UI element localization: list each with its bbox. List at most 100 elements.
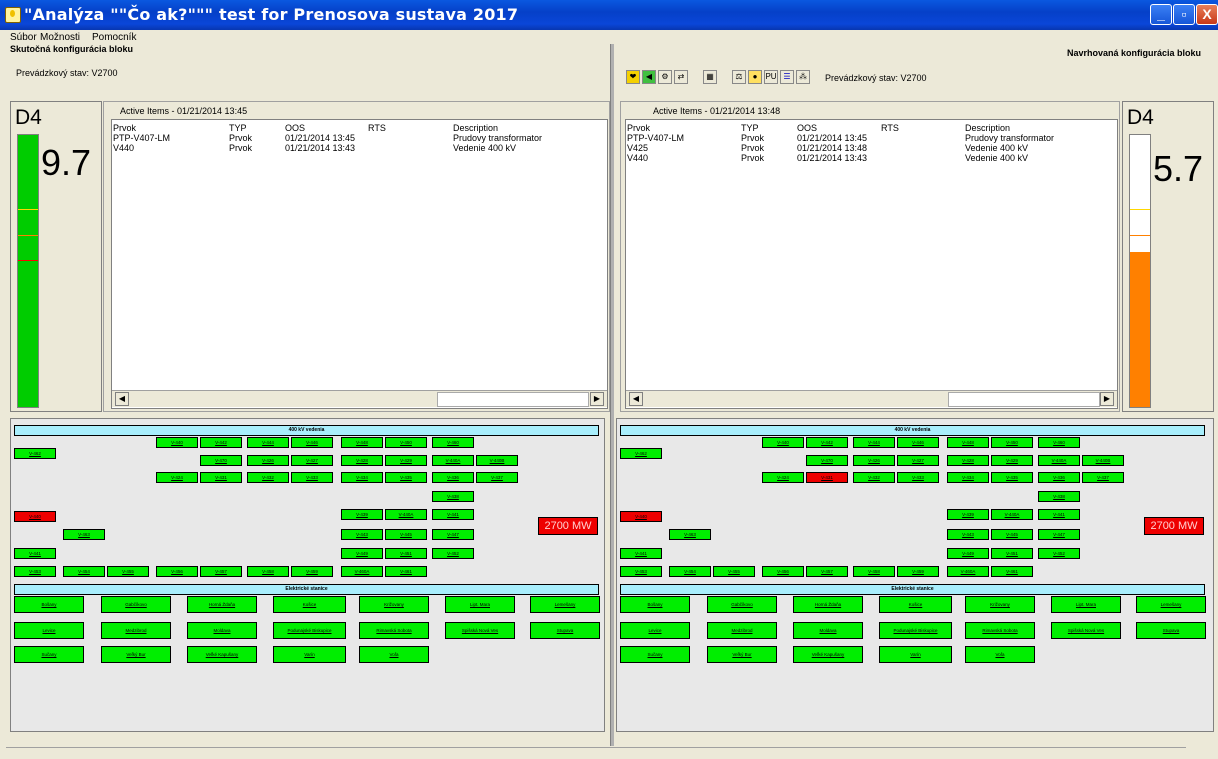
menu-moznosti[interactable]: Možnosti bbox=[40, 32, 80, 43]
scroll-left-arrow[interactable]: ◀ bbox=[629, 392, 643, 406]
line-button[interactable]: V-470 bbox=[806, 455, 848, 466]
line-button[interactable]: V-436 bbox=[432, 472, 474, 483]
line-button[interactable]: V-435 bbox=[385, 472, 427, 483]
line-button[interactable]: V-433 bbox=[897, 472, 939, 483]
line-button[interactable]: V-440A bbox=[991, 509, 1033, 520]
close-button[interactable]: X bbox=[1196, 4, 1218, 25]
line-button[interactable]: V-445 bbox=[385, 529, 427, 540]
line-button[interactable]: V-438 bbox=[1038, 491, 1080, 502]
station-button[interactable]: Horná Ždaňa bbox=[187, 596, 257, 613]
station-button[interactable]: Bošany bbox=[14, 596, 84, 613]
line-button[interactable]: V-441 bbox=[1038, 509, 1080, 520]
line-button[interactable]: V-463 bbox=[63, 529, 105, 540]
line-button[interactable]: V-470 bbox=[200, 455, 242, 466]
station-button[interactable]: Veľké Kapušany bbox=[187, 646, 257, 663]
col-rts[interactable]: RTS bbox=[881, 123, 899, 133]
line-button[interactable]: V-434 bbox=[341, 472, 383, 483]
station-button[interactable]: Veľký Bur bbox=[707, 646, 777, 663]
line-button[interactable]: V-440 bbox=[620, 511, 662, 522]
line-button[interactable]: V-445 bbox=[991, 529, 1033, 540]
toolbar-icon-3[interactable]: ⚙ bbox=[658, 70, 672, 84]
line-button[interactable]: V-440A bbox=[1038, 455, 1080, 466]
col-prvok[interactable]: Prvok bbox=[113, 123, 136, 133]
line-button[interactable]: V-426 bbox=[247, 455, 289, 466]
line-button[interactable]: V-434 bbox=[947, 472, 989, 483]
line-button[interactable]: V-447 bbox=[432, 529, 474, 540]
station-button[interactable]: Horná Ždaňa bbox=[793, 596, 863, 613]
line-button[interactable]: V-446 bbox=[897, 437, 939, 448]
line-button[interactable]: V-452 bbox=[432, 548, 474, 559]
line-button[interactable]: V-449 bbox=[947, 548, 989, 559]
line-button[interactable]: V-447 bbox=[1038, 529, 1080, 540]
col-oos[interactable]: OOS bbox=[797, 123, 817, 133]
line-button[interactable]: V-428 bbox=[341, 455, 383, 466]
right-hscrollbar[interactable]: ◀ ▶ bbox=[626, 390, 1117, 407]
line-button[interactable]: V-460 bbox=[1038, 437, 1080, 448]
line-button[interactable]: V-454 bbox=[63, 566, 105, 577]
line-button[interactable]: V-440B bbox=[476, 455, 518, 466]
line-button[interactable]: V-462 bbox=[620, 448, 662, 459]
line-button[interactable]: V-440B bbox=[1082, 455, 1124, 466]
left-hscrollbar[interactable]: ◀ ▶ bbox=[112, 390, 607, 407]
minimize-button[interactable]: _ bbox=[1150, 4, 1172, 25]
pane-splitter[interactable] bbox=[610, 44, 614, 746]
line-button[interactable]: V-453 bbox=[620, 566, 662, 577]
line-button[interactable]: V-437 bbox=[476, 472, 518, 483]
line-button[interactable]: V-431 bbox=[806, 472, 848, 483]
station-button[interactable]: Gabčíkovo bbox=[707, 596, 777, 613]
menu-pomocnik[interactable]: Pomocník bbox=[92, 32, 136, 43]
scroll-thumb[interactable] bbox=[948, 392, 1100, 407]
line-button[interactable]: V-428 bbox=[947, 455, 989, 466]
line-button[interactable]: V-432 bbox=[247, 472, 289, 483]
line-button[interactable]: V-431 bbox=[200, 472, 242, 483]
col-typ[interactable]: TYP bbox=[229, 123, 247, 133]
station-button[interactable]: Sučany bbox=[620, 646, 690, 663]
station-button[interactable]: Lipt. Mara bbox=[445, 596, 515, 613]
line-button[interactable]: V-441 bbox=[432, 509, 474, 520]
col-prvok[interactable]: Prvok bbox=[627, 123, 650, 133]
line-button[interactable]: V-460A bbox=[341, 566, 383, 577]
network-icon[interactable]: ⁂ bbox=[796, 70, 810, 84]
restore-button[interactable]: ▫ bbox=[1173, 4, 1195, 25]
station-button[interactable]: Varín bbox=[273, 646, 346, 663]
pu-button[interactable]: PU bbox=[764, 70, 778, 84]
line-button[interactable]: V-429 bbox=[991, 455, 1033, 466]
station-button[interactable]: Moldava bbox=[793, 622, 863, 639]
line-button[interactable]: V-448 bbox=[947, 437, 989, 448]
line-button[interactable]: V-461 bbox=[385, 566, 427, 577]
station-button[interactable]: Veľké Kapušany bbox=[793, 646, 863, 663]
station-button[interactable]: Voľa bbox=[359, 646, 429, 663]
menu-subor[interactable]: Súbor bbox=[10, 32, 37, 43]
line-button[interactable]: V-438 bbox=[432, 491, 474, 502]
line-button[interactable]: V-435 bbox=[991, 472, 1033, 483]
line-button[interactable]: V-429 bbox=[385, 455, 427, 466]
list-icon[interactable]: ☰ bbox=[780, 70, 794, 84]
line-button[interactable]: V-427 bbox=[291, 455, 333, 466]
station-button[interactable]: Spišská Nová Ves bbox=[445, 622, 515, 639]
line-button[interactable]: V-454 bbox=[669, 566, 711, 577]
scroll-right-arrow[interactable]: ▶ bbox=[1100, 392, 1114, 406]
station-button[interactable]: Košice bbox=[273, 596, 346, 613]
col-typ[interactable]: TYP bbox=[741, 123, 759, 133]
station-button[interactable]: Lemešany bbox=[1136, 596, 1206, 613]
station-button[interactable]: Bošany bbox=[620, 596, 690, 613]
line-button[interactable]: V-449 bbox=[341, 548, 383, 559]
line-button[interactable]: V-457 bbox=[200, 566, 242, 577]
line-button[interactable]: V-456 bbox=[156, 566, 198, 577]
list-row[interactable]: V440 Prvok 01/21/2014 13:43 Vedenie 400 kV bbox=[112, 143, 607, 154]
bulb-icon[interactable]: ● bbox=[748, 70, 762, 84]
station-button[interactable]: Voľa bbox=[965, 646, 1035, 663]
line-button[interactable]: V-443 bbox=[947, 529, 989, 540]
line-button[interactable]: V-444 bbox=[247, 437, 289, 448]
line-button[interactable]: V-451 bbox=[991, 548, 1033, 559]
line-button[interactable]: V-458 bbox=[853, 566, 895, 577]
scroll-left-arrow[interactable]: ◀ bbox=[115, 392, 129, 406]
station-button[interactable]: Varín bbox=[879, 646, 952, 663]
line-button[interactable]: V-424 bbox=[762, 472, 804, 483]
line-button[interactable]: V-456 bbox=[762, 566, 804, 577]
line-button[interactable]: V-440 bbox=[14, 511, 56, 522]
station-button[interactable]: Podunajské Biskupice bbox=[879, 622, 952, 639]
line-button[interactable]: V-433 bbox=[291, 472, 333, 483]
toolbar-icon-1[interactable]: ❤ bbox=[626, 70, 640, 84]
line-button[interactable]: V-452 bbox=[1038, 548, 1080, 559]
